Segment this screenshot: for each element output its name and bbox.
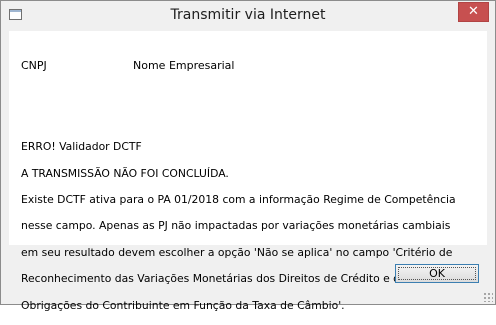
- dialog-content: CNPJ Nome Empresarial ERRO! Validador DC…: [9, 31, 487, 312]
- column-header-nome-empresarial: Nome Empresarial: [133, 59, 235, 72]
- message-line: Existe DCTF ativa para o PA 01/2018 com …: [21, 193, 456, 207]
- message-line: nesse campo. Apenas as PJ não impactadas…: [21, 219, 451, 233]
- ok-button[interactable]: OK: [395, 264, 479, 283]
- close-icon: ✕: [468, 4, 479, 19]
- message-line: em seu resultado devem escolher a opção …: [21, 245, 453, 259]
- message-line: ERRO! Validador DCTF: [21, 140, 142, 154]
- message-line: A TRANSMISSÃO NÃO FOI CONCLUÍDA.: [21, 166, 229, 180]
- message-line: Obrigações do Contribuinte em Função da …: [21, 298, 345, 312]
- close-button[interactable]: ✕: [458, 2, 489, 22]
- title-bar[interactable]: Transmitir via Internet ✕: [1, 1, 495, 31]
- dialog-window: Transmitir via Internet ✕ CNPJ Nome Empr…: [0, 0, 496, 312]
- window-title: Transmitir via Internet: [170, 7, 326, 23]
- resize-grip-icon[interactable]: [483, 292, 493, 302]
- column-header-cnpj: CNPJ: [21, 59, 47, 72]
- error-message: ERRO! Validador DCTF A TRANSMISSÃO NÃO F…: [21, 127, 481, 325]
